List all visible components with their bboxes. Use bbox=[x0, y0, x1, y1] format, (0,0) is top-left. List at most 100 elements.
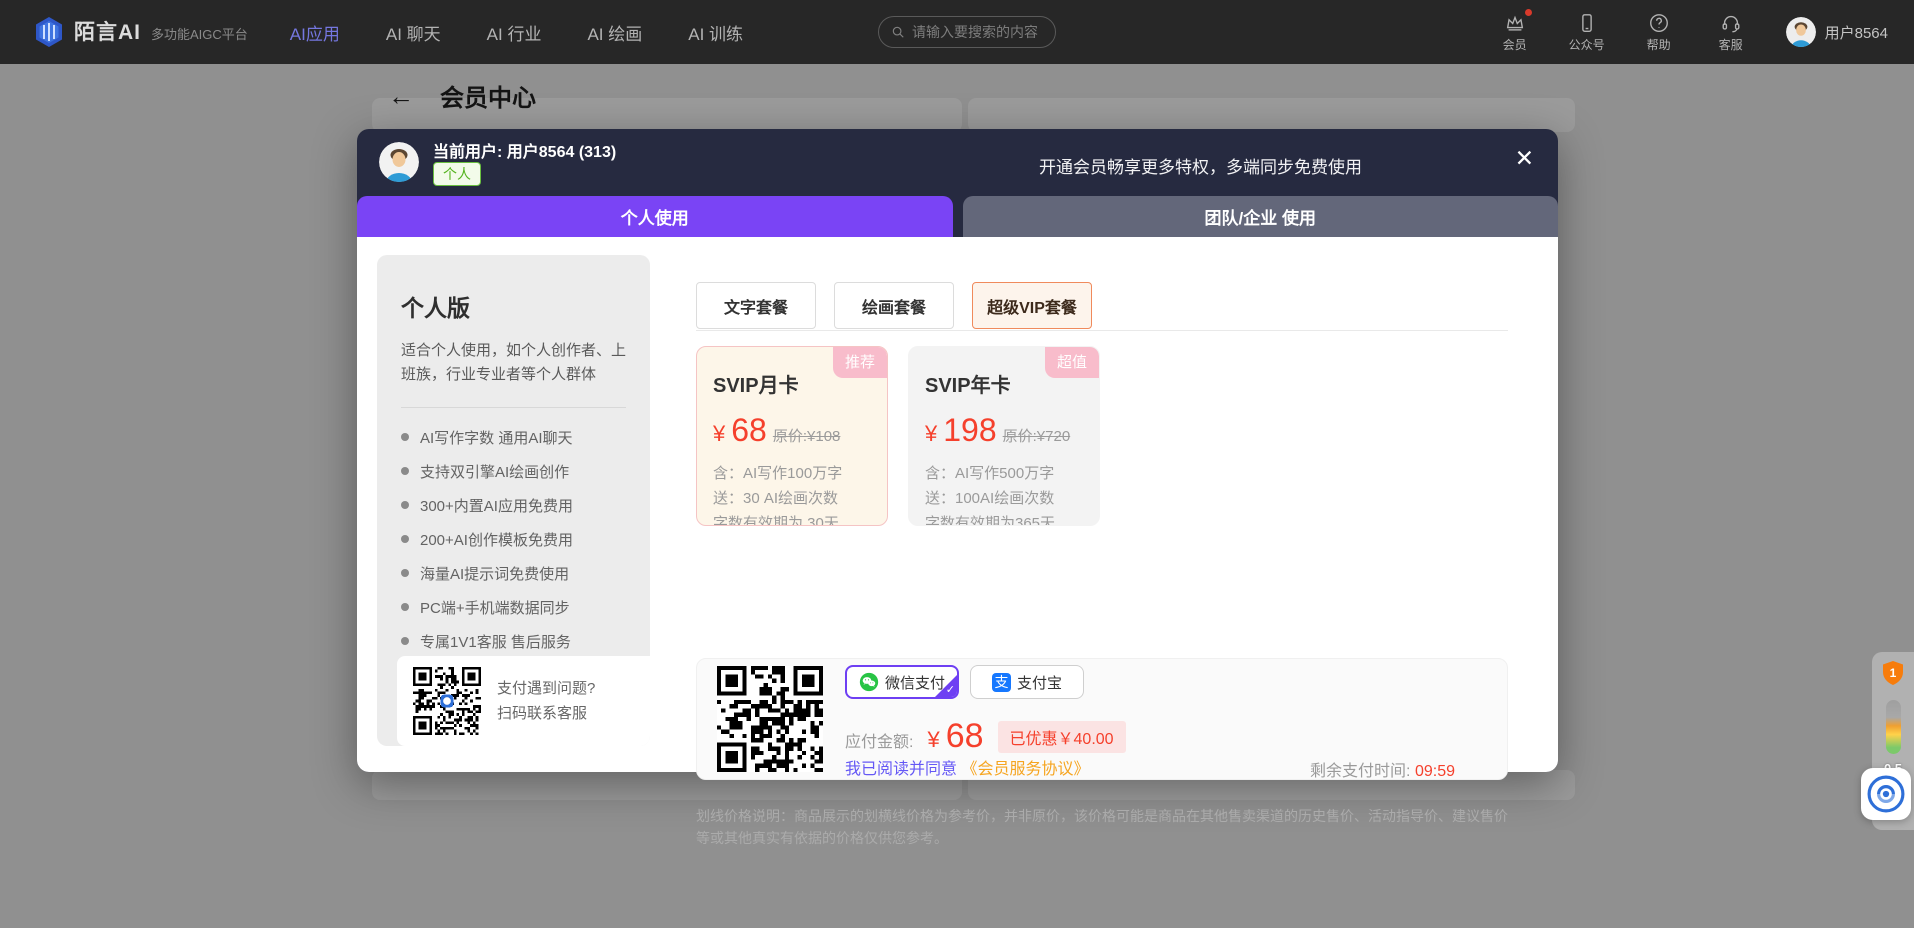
plan-detail-line: 字数有效期为365天 bbox=[925, 511, 1083, 526]
countdown-label: 剩余支付时间: bbox=[1310, 763, 1415, 780]
page-header: ← 会员中心 bbox=[388, 78, 536, 113]
help-button[interactable]: 帮助 bbox=[1636, 12, 1682, 53]
back-arrow-icon[interactable]: ← bbox=[388, 83, 414, 109]
wechat-pay-icon bbox=[859, 672, 879, 692]
modal-body: 个人版 适合个人使用，如个人创作者、上班族，行业专业者等个人群体 AI写作字数 … bbox=[357, 237, 1558, 772]
feature-text: 300+内置AI应用免费用 bbox=[420, 495, 573, 516]
nav-menu: AI应用 AI 聊天 AI 行业 AI 绘画 AI 训练 bbox=[290, 20, 743, 45]
notification-dot bbox=[1525, 9, 1532, 16]
support-qr-code bbox=[413, 667, 481, 735]
user-menu[interactable]: 用户8564 bbox=[1786, 17, 1888, 47]
feature-text: PC端+手机端数据同步 bbox=[420, 597, 570, 618]
personal-plan-sidebar: 个人版 适合个人使用，如个人创作者、上班族，行业专业者等个人群体 AI写作字数 … bbox=[377, 255, 650, 746]
guard-logo-icon bbox=[1867, 775, 1905, 813]
official-account-button[interactable]: 公众号 bbox=[1564, 12, 1610, 53]
plan-cards: 推荐 SVIP月卡 ¥ 68 原价:¥108 含：AI写作100万字 送：30 … bbox=[696, 346, 1100, 526]
member-label: 会员 bbox=[1503, 36, 1527, 53]
plan-card-svip-monthly[interactable]: 推荐 SVIP月卡 ¥ 68 原价:¥108 含：AI写作100万字 送：30 … bbox=[696, 346, 888, 526]
brand-logo-icon bbox=[34, 16, 64, 48]
nav-item-ai-apps[interactable]: AI应用 bbox=[290, 20, 340, 45]
value-badge: 超值 bbox=[1045, 347, 1099, 378]
guard-logo-button[interactable] bbox=[1861, 768, 1911, 820]
modal-user-avatar bbox=[379, 142, 419, 182]
top-nav: 陌言AI 多功能AIGC平台 AI应用 AI 聊天 AI 行业 AI 绘画 AI… bbox=[0, 0, 1914, 64]
tab-personal-use[interactable]: 个人使用 bbox=[357, 196, 953, 237]
plan-detail-line: 含：AI写作500万字 bbox=[925, 461, 1083, 486]
feature-text: 海量AI提示词免费使用 bbox=[420, 563, 569, 584]
feature-item: 海量AI提示词免费使用 bbox=[401, 556, 626, 590]
plan-original-price: 原价:¥108 bbox=[773, 425, 841, 446]
plan-price: 198 bbox=[943, 412, 996, 449]
brand-subtitle: 多功能AIGC平台 bbox=[151, 24, 248, 43]
sidebar-description: 适合个人使用，如个人创作者、上班族，行业专业者等个人群体 bbox=[401, 339, 626, 387]
member-button[interactable]: 会员 bbox=[1492, 12, 1538, 53]
crown-icon bbox=[1504, 12, 1526, 34]
question-circle-icon bbox=[1648, 12, 1670, 34]
nav-item-ai-chat[interactable]: AI 聊天 bbox=[386, 20, 441, 45]
plan-price: 68 bbox=[731, 412, 767, 449]
price-disclaimer: 划线价格说明：商品展示的划横线价格为参考价，并非原价，该价格可能是商品在其他售卖… bbox=[696, 805, 1508, 849]
search-input[interactable]: 请输入要搜索的内容 bbox=[878, 16, 1056, 48]
tab-team-enterprise-use[interactable]: 团队/企业 使用 bbox=[963, 196, 1559, 237]
amount-value: 68 bbox=[946, 717, 984, 756]
wechat-pay-button[interactable]: 微信支付 ✓ bbox=[845, 665, 959, 699]
feature-item: 支持双引擎AI绘画创作 bbox=[401, 454, 626, 488]
recommend-badge: 推荐 bbox=[833, 347, 887, 378]
bullet-dot bbox=[401, 467, 409, 475]
feature-item: 300+内置AI应用免费用 bbox=[401, 488, 626, 522]
agreement-text[interactable]: 我已阅读并同意 bbox=[845, 761, 957, 778]
search-icon bbox=[891, 25, 905, 39]
shield-count: 1 bbox=[1890, 666, 1897, 680]
bullet-dot bbox=[401, 603, 409, 611]
nav-item-ai-training[interactable]: AI 训练 bbox=[688, 20, 743, 45]
customer-service-button[interactable]: 客服 bbox=[1708, 12, 1754, 53]
feature-text: AI写作字数 通用AI聊天 bbox=[420, 427, 573, 448]
phone-icon bbox=[1576, 12, 1598, 34]
modal-header: 当前用户: 用户8564 (313) 个人 开通会员畅享更多特权，多端同步免费使… bbox=[357, 129, 1558, 196]
bullet-dot bbox=[401, 433, 409, 441]
nav-item-ai-industry[interactable]: AI 行业 bbox=[487, 20, 542, 45]
customer-service-label: 客服 bbox=[1719, 36, 1743, 53]
brand-name: 陌言AI bbox=[74, 16, 141, 46]
amount-currency: ¥ bbox=[927, 727, 939, 753]
alipay-button[interactable]: 支 支付宝 bbox=[970, 665, 1084, 699]
payment-section: 微信支付 ✓ 支 支付宝 应付金额: ¥ 68 已优惠￥40.00 我已阅读并同… bbox=[696, 658, 1508, 780]
official-account-label: 公众号 bbox=[1569, 36, 1605, 53]
shield-badge[interactable]: 1 bbox=[1881, 660, 1905, 686]
tab-text-package[interactable]: 文字套餐 bbox=[696, 282, 816, 329]
plan-detail-line: 送：100AI绘画次数 bbox=[925, 486, 1083, 511]
tab-painting-package[interactable]: 绘画套餐 bbox=[834, 282, 954, 329]
plan-detail-line: 送：30 AI绘画次数 bbox=[713, 486, 871, 511]
plan-details: 含：AI写作500万字 送：100AI绘画次数 字数有效期为365天 bbox=[925, 461, 1083, 526]
promo-text: 开通会员畅享更多特权，多端同步免费使用 bbox=[1039, 153, 1362, 178]
support-line1: 支付遇到问题? bbox=[497, 676, 595, 701]
brand[interactable]: 陌言AI 多功能AIGC平台 bbox=[34, 16, 248, 48]
membership-modal: 当前用户: 用户8564 (313) 个人 开通会员畅享更多特权，多端同步免费使… bbox=[357, 129, 1558, 772]
sidebar-divider bbox=[401, 407, 626, 408]
background-card bbox=[968, 98, 1575, 132]
plan-detail-line: 字数有效期为 30天 bbox=[713, 511, 871, 526]
tab-super-vip-package[interactable]: 超级VIP套餐 bbox=[972, 282, 1092, 329]
feature-list: AI写作字数 通用AI聊天 支持双引擎AI绘画创作 300+内置AI应用免费用 … bbox=[401, 420, 626, 658]
plan-price-row: ¥ 68 原价:¥108 bbox=[713, 412, 871, 449]
alipay-icon: 支 bbox=[992, 673, 1011, 692]
payment-qr-code bbox=[717, 666, 823, 772]
plan-card-svip-yearly[interactable]: 超值 SVIP年卡 ¥ 198 原价:¥720 含：AI写作500万字 送：10… bbox=[908, 346, 1100, 526]
currency-symbol: ¥ bbox=[925, 421, 937, 447]
page-title: 会员中心 bbox=[440, 78, 536, 113]
current-user-line: 当前用户: 用户8564 (313) bbox=[433, 138, 616, 162]
bullet-dot bbox=[401, 535, 409, 543]
nav-item-ai-painting[interactable]: AI 绘画 bbox=[587, 20, 642, 45]
plan-original-price: 原价:¥720 bbox=[1003, 425, 1071, 446]
support-line2: 扫码联系客服 bbox=[497, 701, 595, 726]
bullet-dot bbox=[401, 569, 409, 577]
feature-item: AI写作字数 通用AI聊天 bbox=[401, 420, 626, 454]
headset-icon bbox=[1720, 12, 1742, 34]
agreement-link[interactable]: 《会员服务协议》 bbox=[961, 761, 1089, 778]
help-label: 帮助 bbox=[1647, 36, 1671, 53]
close-icon[interactable]: ✕ bbox=[1515, 147, 1534, 170]
sidebar-title: 个人版 bbox=[401, 289, 626, 323]
bullet-dot bbox=[401, 501, 409, 509]
personal-badge: 个人 bbox=[433, 162, 481, 186]
discount-badge: 已优惠￥40.00 bbox=[998, 721, 1126, 753]
